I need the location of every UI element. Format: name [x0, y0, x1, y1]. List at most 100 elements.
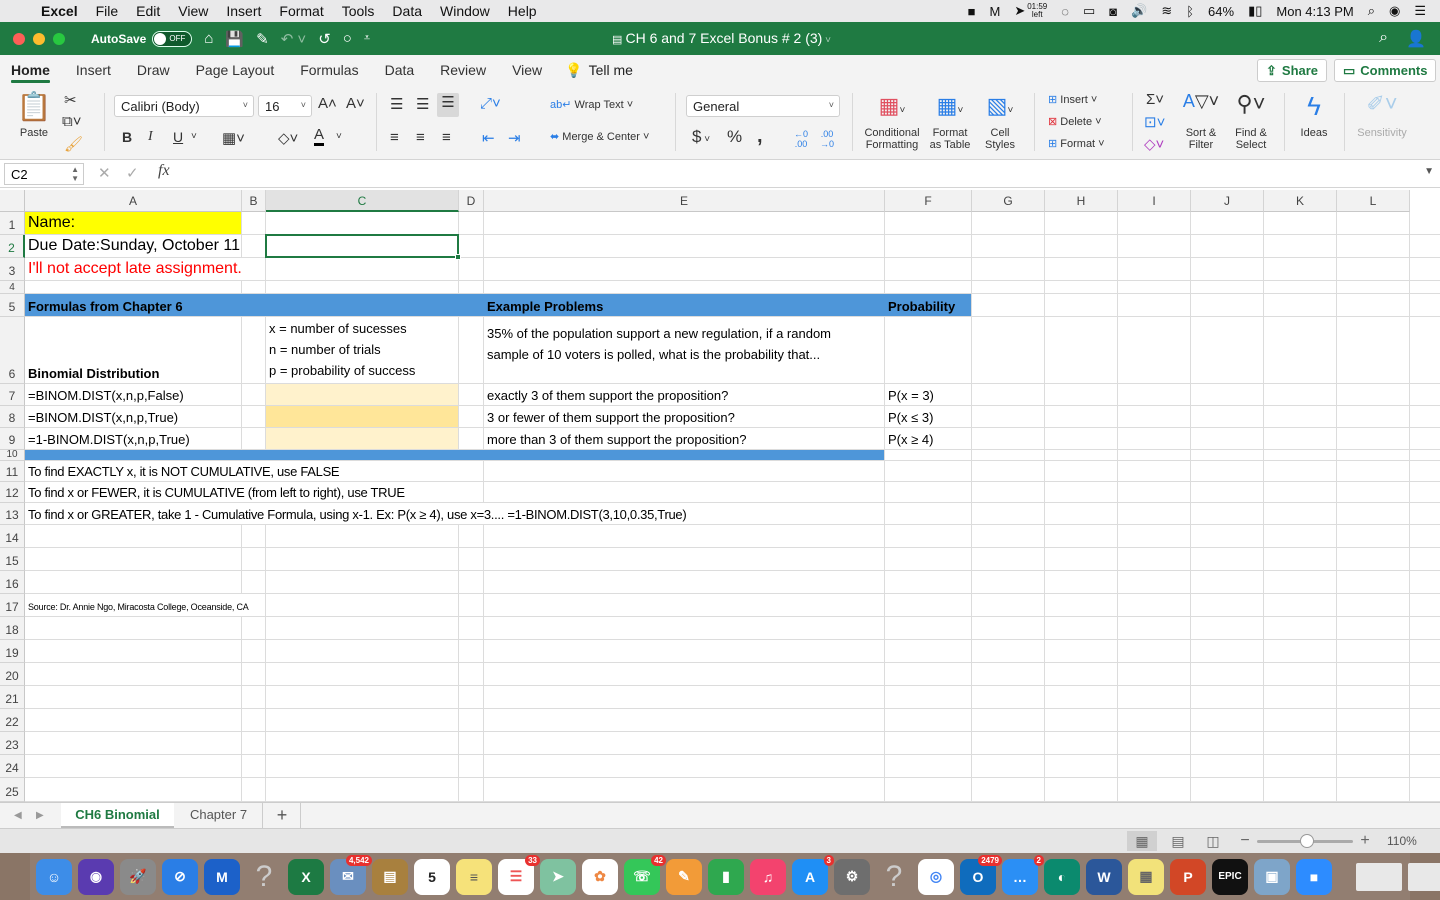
cell-a13-note[interactable]: To find x or GREATER, take 1 - Cumulativ… — [25, 503, 687, 524]
dock-app-pages-icon[interactable]: ✎ — [666, 858, 702, 895]
share-button[interactable]: ⇪ Share — [1257, 59, 1328, 82]
dock-app-messages-icon[interactable]: … 2 — [1002, 854, 1044, 895]
dock-app-safari-icon[interactable]: ⊘ — [162, 858, 198, 895]
fill-icon[interactable]: ⊡˅ — [1144, 113, 1165, 131]
menu-view[interactable]: View — [169, 3, 217, 19]
tab-review[interactable]: Review — [427, 55, 499, 85]
cell-f9-probability[interactable]: P(x ≥ 4) — [885, 428, 971, 449]
cell-a3-late-warning[interactable]: I'll not accept late assignment. — [25, 258, 242, 280]
column-header-g[interactable]: G — [972, 190, 1045, 212]
cell-a9-formula[interactable]: =1-BINOM.DIST(x,n,p,True) — [25, 428, 241, 449]
dock-app-numbers-icon[interactable]: ▮ — [708, 858, 744, 895]
sheet-tab-ch6-binomial[interactable]: CH6 Binomial — [61, 803, 174, 828]
column-header-i[interactable]: I — [1118, 190, 1191, 212]
row-header-12[interactable]: 12 — [0, 482, 25, 503]
dock-app-unknown-icon[interactable]: ? — [876, 859, 912, 895]
cell-a6-binomial-title[interactable]: Binomial Distribution — [25, 317, 241, 383]
column-header-j[interactable]: J — [1191, 190, 1264, 212]
align-right-icon[interactable]: ≡ — [442, 129, 451, 146]
row-header-6[interactable]: 6 — [0, 317, 25, 384]
clear-icon[interactable]: ◇˅ — [1144, 135, 1164, 153]
row-header-19[interactable]: 19 — [0, 640, 25, 663]
dock-app-epic-games-icon[interactable]: EPIC — [1212, 858, 1248, 895]
cell-e7-question[interactable]: exactly 3 of them support the propositio… — [484, 384, 884, 405]
spreadsheet-grid[interactable]: ABCDEFGHIJKL 1 2 3 4 5 6 7 8 9 10 11 12 13 14 15 16 17 18… — [0, 188, 1440, 802]
tell-me-search[interactable]: 💡 Tell me — [555, 62, 633, 79]
fullscreen-window-button[interactable] — [53, 32, 65, 45]
close-window-button[interactable] — [13, 32, 25, 45]
battery-percent[interactable]: 64% — [1208, 4, 1234, 19]
spotlight-search-icon[interactable]: ⌕ — [1368, 3, 1375, 19]
format-painter-icon[interactable]: 🖌 — [64, 135, 83, 153]
page-break-view-icon[interactable]: ◫ — [1198, 831, 1228, 851]
row-header-8[interactable]: 8 — [0, 406, 25, 428]
row-header-2[interactable]: 2 — [0, 235, 25, 258]
dock-recent-document-icon[interactable] — [1356, 862, 1402, 891]
paste-button[interactable]: 📋 Paste — [14, 91, 54, 139]
column-header-c[interactable]: C — [266, 190, 459, 212]
formula-input[interactable] — [184, 163, 1420, 185]
dock-app-word-icon[interactable]: W — [1086, 858, 1122, 895]
row-header-20[interactable]: 20 — [0, 663, 25, 686]
dock-app-system-preferences-icon[interactable]: ⚙ — [834, 858, 870, 895]
dock-app-webex-icon[interactable]: ◐ — [1044, 858, 1080, 895]
comma-button[interactable]: , — [757, 125, 763, 148]
cell-a2-due-date[interactable]: Due Date:Sunday, October 11 — [25, 235, 241, 257]
decrease-decimal-icon[interactable]: .00 →0 — [820, 129, 834, 149]
dock-app-notes-icon[interactable]: ≡ — [456, 858, 492, 895]
column-header-h[interactable]: H — [1045, 190, 1118, 212]
wifi-icon[interactable]: ≋ — [1161, 3, 1172, 19]
cell-e8-question[interactable]: 3 or fewer of them support the propositi… — [484, 406, 884, 427]
column-header-e[interactable]: E — [484, 190, 885, 212]
cell-f8-probability[interactable]: P(x ≤ 3) — [885, 406, 971, 427]
siri-icon[interactable]: ◉ — [1389, 3, 1400, 19]
menu-file[interactable]: File — [87, 3, 128, 19]
menu-data[interactable]: Data — [383, 3, 431, 19]
row-header-25[interactable]: 25 — [0, 778, 25, 802]
column-header-d[interactable]: D — [459, 190, 484, 212]
cell-f5-probability-header[interactable]: Probability — [885, 294, 971, 316]
tab-insert[interactable]: Insert — [63, 55, 124, 85]
copy-icon[interactable]: ⧉˅ — [62, 113, 81, 130]
dock-app-malwarebytes-icon[interactable]: M — [204, 858, 240, 895]
comments-button[interactable]: ▭ Comments — [1334, 59, 1437, 82]
row-header-5[interactable]: 5 — [0, 294, 25, 317]
increase-indent-icon[interactable]: ⇥ — [508, 129, 521, 147]
cell-a11-note[interactable]: To find EXACTLY x, it is NOT CUMULATIVE,… — [25, 461, 340, 481]
row-header-1[interactable]: 1 — [0, 212, 25, 235]
cell-c7-answer[interactable] — [266, 384, 458, 405]
cell-c9-answer[interactable] — [266, 428, 458, 449]
column-header-b[interactable]: B — [242, 190, 266, 212]
clock[interactable]: Mon 4:13 PM — [1276, 4, 1353, 19]
cell-a17-source[interactable]: Source: Dr. Annie Ngo, Miracosta College… — [25, 594, 249, 616]
add-sheet-button[interactable]: + — [264, 803, 301, 828]
column-header-a[interactable]: A — [25, 190, 242, 212]
menu-edit[interactable]: Edit — [127, 3, 169, 19]
name-box[interactable]: C2 ▲ ▼ — [4, 163, 84, 185]
zoom-status-icon[interactable]: ■ — [968, 4, 976, 19]
zoom-out-button[interactable]: − — [1230, 831, 1260, 851]
menu-window[interactable]: Window — [431, 3, 499, 19]
cell-styles-button[interactable]: ▧˅ Cell Styles — [978, 93, 1022, 151]
dock-app-zoom-icon[interactable]: ■ — [1296, 858, 1332, 895]
row-header-17[interactable]: 17 — [0, 594, 25, 617]
tab-home[interactable]: Home — [0, 55, 63, 85]
select-all-corner[interactable] — [0, 190, 25, 212]
tab-draw[interactable]: Draw — [124, 55, 183, 85]
dock-app-unknown-icon[interactable]: ? — [246, 859, 282, 895]
font-color-icon[interactable]: A — [314, 127, 325, 146]
dock-app-app-store-icon[interactable]: A3 — [792, 854, 834, 895]
cancel-entry-icon[interactable]: ✕ — [98, 164, 111, 182]
menu-app-excel[interactable]: Excel — [32, 3, 87, 19]
dock-app-outlook-icon[interactable]: O 2479 — [960, 854, 1002, 895]
camera-status-icon[interactable]: ◙ — [1109, 4, 1117, 19]
dock-app-excel-icon[interactable]: X — [288, 858, 324, 895]
align-left-icon[interactable]: ≡ — [390, 129, 399, 146]
insert-function-button[interactable]: fx — [158, 162, 170, 180]
column-header-f[interactable]: F — [885, 190, 972, 212]
row-header-21[interactable]: 21 — [0, 686, 25, 709]
font-name-select[interactable]: Calibri (Body) ˅ — [114, 95, 254, 117]
search-icon[interactable]: ⌕ — [1379, 29, 1388, 49]
battery-icon[interactable]: ▮▯ — [1248, 3, 1262, 19]
cell-c6-variable-definitions[interactable]: x = number of sucesses n = number of tri… — [266, 317, 458, 383]
